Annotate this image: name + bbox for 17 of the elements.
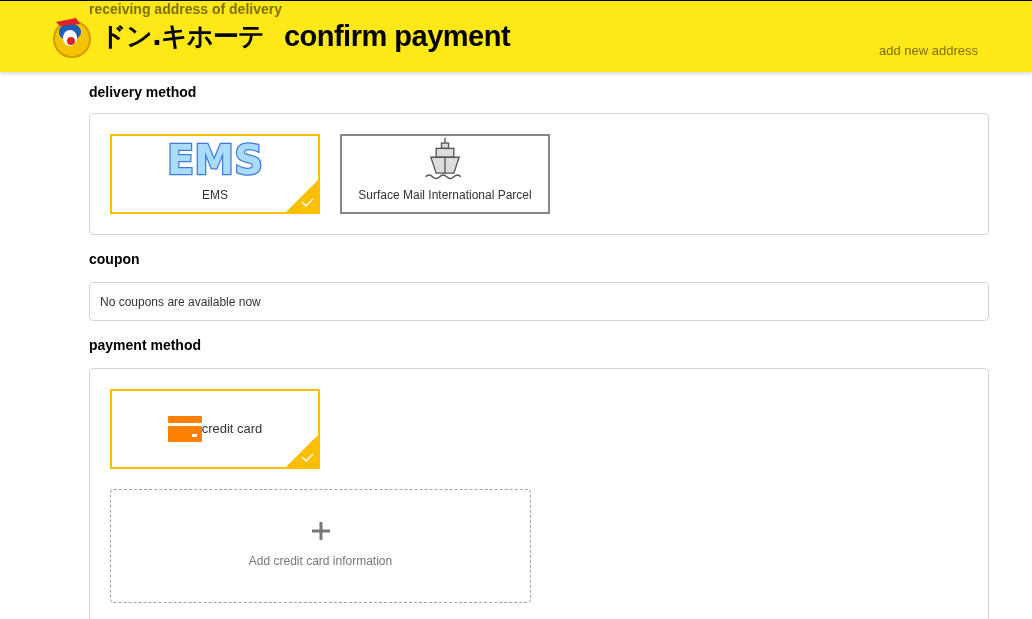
delivery-option[interactable]: EMS EMS <box>110 134 320 214</box>
check-corner-icon <box>286 435 318 467</box>
section-label: receiving address of delivery <box>89 1 282 17</box>
section-label: payment method <box>89 336 202 355</box>
credit-card-icon <box>167 416 202 442</box>
page-title: confirm payment <box>283 18 511 54</box>
section-label: delivery method <box>89 83 198 102</box>
logo-text[interactable]: ドン.キホーテ <box>100 17 264 56</box>
coupon-message: No coupons are available now <box>100 293 261 311</box>
ems-logo: EMS <box>159 136 271 182</box>
add-card-button[interactable]: Add credit card information <box>110 489 531 603</box>
section-label: coupon <box>89 250 141 269</box>
plus-icon <box>311 522 330 540</box>
check-corner-icon <box>286 180 318 212</box>
add-address-link[interactable]: add new address <box>879 41 978 61</box>
delivery-option[interactable]: Surface Mail International Parcel <box>340 134 550 214</box>
payment-option[interactable]: credit card <box>110 389 320 469</box>
